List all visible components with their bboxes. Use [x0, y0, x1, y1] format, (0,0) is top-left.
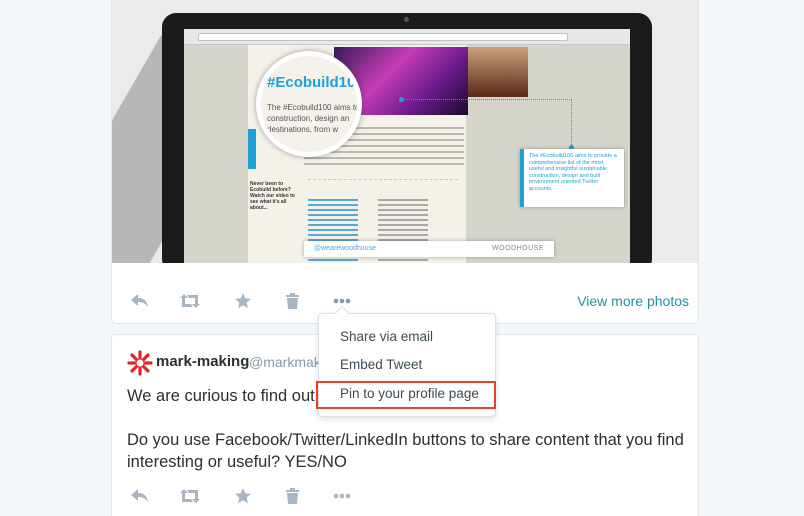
more-button[interactable]	[331, 486, 353, 506]
delete-button[interactable]	[281, 291, 303, 311]
browser-chrome	[184, 29, 630, 45]
trash-icon	[285, 488, 299, 504]
lens-text: The #Ecobuild100 aims to construction, d…	[267, 103, 360, 134]
laptop-screen: Never been to Ecobuild before? Watch our…	[184, 29, 630, 263]
banner-brand: WOODHOUSE	[492, 245, 544, 252]
star-icon	[235, 293, 251, 309]
more-actions-dropdown: Share via email Embed Tweet Pin to your …	[318, 305, 496, 417]
magnifier-lens: #Ecobuild100 The #Ecobuild100 aims to co…	[256, 51, 362, 157]
retweet-icon	[180, 489, 200, 503]
star-icon	[235, 488, 251, 504]
laptop-camera	[404, 17, 409, 22]
tweet-actions-2	[129, 486, 689, 506]
reply-button[interactable]	[129, 291, 151, 311]
retweet-icon	[180, 294, 200, 308]
retweet-button[interactable]	[179, 486, 201, 506]
laptop-image: Never been to Ecobuild before? Watch our…	[162, 13, 652, 263]
tweet-card-1: Never been to Ecobuild before? Watch our…	[111, 0, 699, 324]
delete-button[interactable]	[281, 486, 303, 506]
callout-box: The #Ecobuild100 aims to provide a compr…	[520, 149, 624, 207]
view-more-photos-link[interactable]: View more photos	[577, 293, 689, 309]
more-dots-icon	[333, 298, 351, 304]
pin-to-profile-item[interactable]: Pin to your profile page	[319, 381, 495, 407]
share-via-email-item[interactable]: Share via email	[319, 324, 495, 350]
tweet-actions-1: View more photos	[129, 291, 689, 311]
trash-icon	[285, 293, 299, 309]
favorite-button[interactable]	[232, 291, 254, 311]
callout-connector	[399, 97, 574, 150]
page-divider	[308, 179, 458, 180]
reply-button[interactable]	[129, 486, 151, 506]
reply-icon	[131, 294, 148, 307]
woodhouse-banner: @wearewoodhouse WOODHOUSE	[304, 241, 554, 257]
browser-urlbar	[198, 33, 568, 41]
tweet-author-name[interactable]: mark-making	[156, 353, 249, 370]
page-accent-bar	[248, 129, 256, 169]
reply-icon	[131, 489, 148, 502]
lens-hashtag: #Ecobuild100	[267, 74, 362, 91]
tweet-media-photo[interactable]: Never been to Ecobuild before? Watch our…	[112, 0, 698, 263]
tweet-text-line-2: Do you use Facebook/Twitter/LinkedIn but…	[127, 431, 684, 471]
retweet-button[interactable]	[179, 291, 201, 311]
avatar[interactable]	[126, 349, 154, 377]
more-dots-icon	[333, 493, 351, 499]
banner-handle: @wearewoodhouse	[314, 245, 376, 252]
page-sidebar-text: Never been to Ecobuild before? Watch our…	[250, 181, 295, 211]
favorite-button[interactable]	[232, 486, 254, 506]
sunset-photo	[468, 47, 528, 97]
embed-tweet-item[interactable]: Embed Tweet	[319, 352, 495, 378]
